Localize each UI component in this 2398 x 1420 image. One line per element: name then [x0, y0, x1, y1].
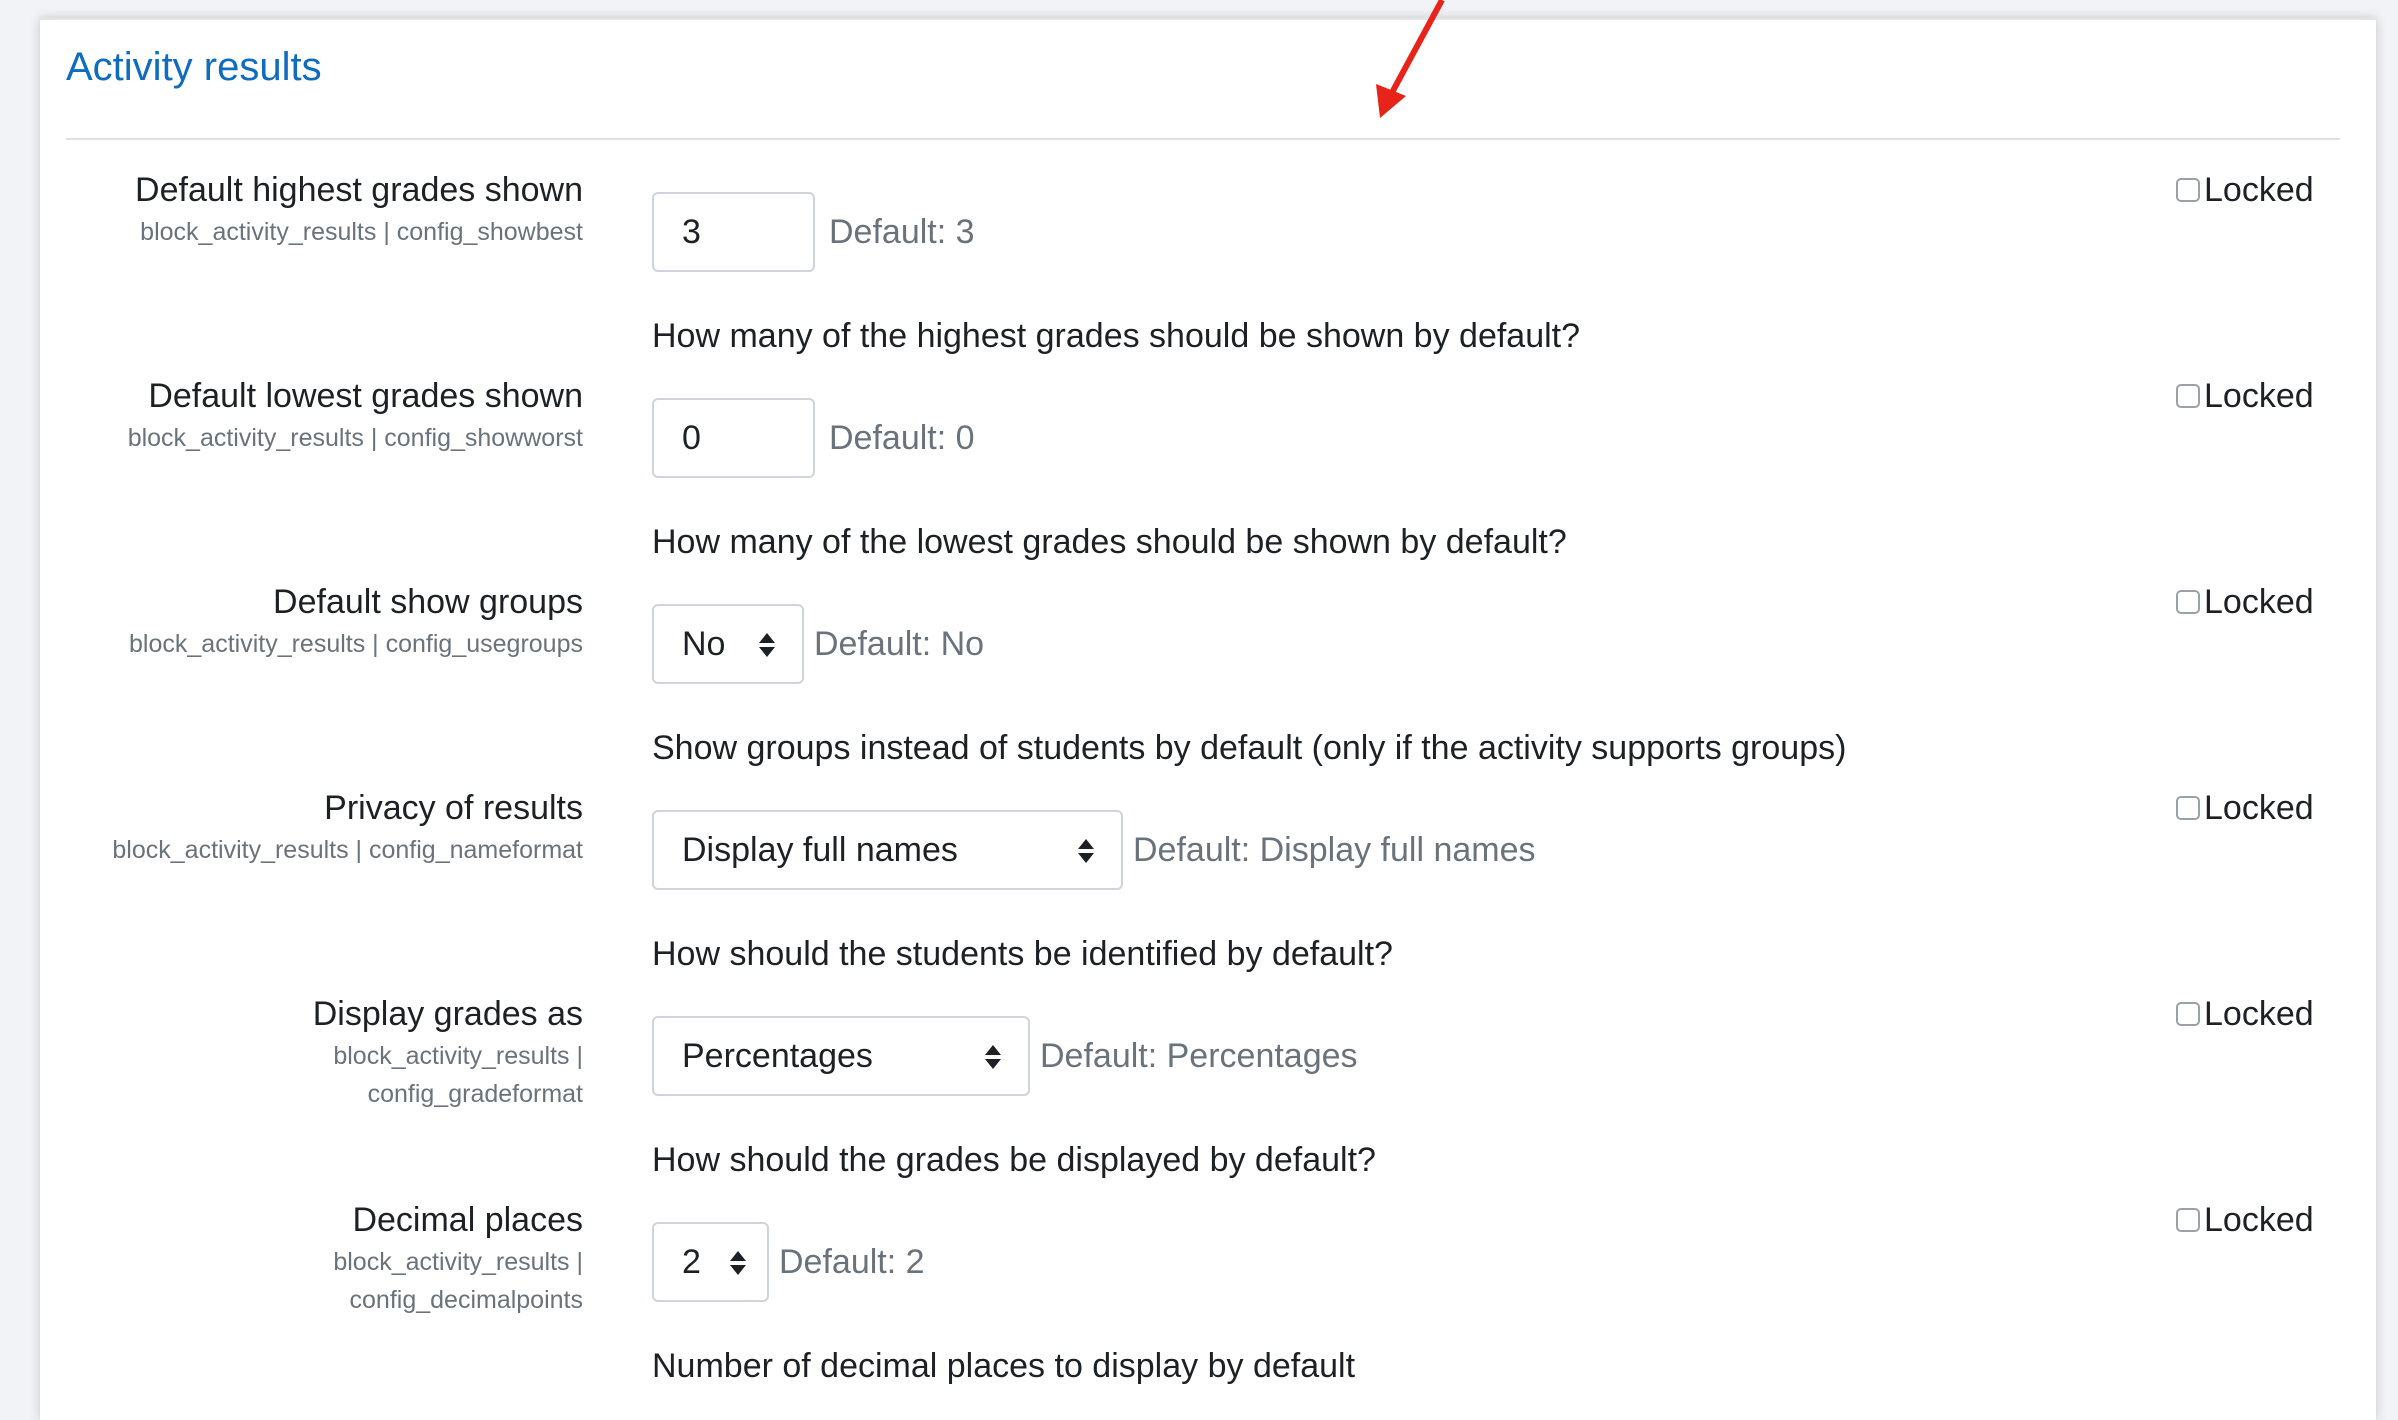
locked-toggle[interactable]: Locked — [2176, 580, 2314, 624]
locked-checkbox[interactable] — [2176, 178, 2200, 202]
setting-key: config_decimalpoints — [349, 1286, 583, 1314]
setting-label: Decimal places — [352, 1201, 583, 1239]
section-title[interactable]: Activity results — [66, 45, 322, 90]
setting-description: How many of the highest grades should be… — [652, 317, 1581, 355]
setting-key: block_activity_results | — [333, 1042, 583, 1070]
setting-description: Show groups instead of students by defau… — [652, 729, 1847, 767]
nameformat-select[interactable]: Display full names — [652, 810, 1123, 890]
select-value: Display full names — [682, 831, 958, 869]
default-value: Default: 0 — [829, 419, 975, 457]
default-value: Default: No — [814, 625, 985, 663]
locked-checkbox[interactable] — [2176, 384, 2200, 408]
setting-label: Display grades as — [312, 995, 583, 1033]
setting-key: block_activity_results | — [333, 1248, 583, 1276]
setting-key: block_activity_results | config_nameform… — [112, 836, 583, 864]
setting-decimalpoints: Decimal places block_activity_results | … — [0, 1198, 2398, 1404]
showbest-input[interactable]: 3 — [652, 192, 815, 272]
setting-description: How should the grades be displayed by de… — [652, 1141, 1376, 1179]
setting-label: Default lowest grades shown — [148, 377, 583, 415]
setting-description: Number of decimal places to display by d… — [652, 1347, 1356, 1385]
locked-toggle[interactable]: Locked — [2176, 1198, 2314, 1242]
showworst-input[interactable]: 0 — [652, 398, 815, 478]
setting-usegroups: Default show groups block_activity_resul… — [0, 580, 2398, 786]
default-value: Default: Percentages — [1040, 1037, 1358, 1075]
select-caret-icon — [1078, 839, 1094, 863]
setting-label: Default highest grades shown — [135, 171, 583, 209]
select-value: No — [682, 625, 726, 663]
setting-description: How many of the lowest grades should be … — [652, 523, 1567, 561]
locked-toggle[interactable]: Locked — [2176, 168, 2314, 212]
select-caret-icon — [730, 1251, 746, 1275]
select-caret-icon — [759, 633, 775, 657]
select-value: 2 — [682, 1243, 701, 1281]
section-divider — [66, 138, 2340, 140]
locked-checkbox[interactable] — [2176, 1208, 2200, 1232]
locked-toggle[interactable]: Locked — [2176, 786, 2314, 830]
locked-checkbox[interactable] — [2176, 1002, 2200, 1026]
setting-description: How should the students be identified by… — [652, 935, 1393, 973]
decimalpoints-select[interactable]: 2 — [652, 1222, 769, 1302]
setting-showworst: Default lowest grades shown block_activi… — [0, 374, 2398, 580]
locked-checkbox[interactable] — [2176, 590, 2200, 614]
select-caret-icon — [985, 1045, 1001, 1069]
setting-gradeformat: Display grades as block_activity_results… — [0, 992, 2398, 1198]
default-value: Default: Display full names — [1133, 831, 1536, 869]
locked-label: Locked — [2204, 1200, 2314, 1239]
locked-label: Locked — [2204, 582, 2314, 621]
setting-key: block_activity_results | config_showwors… — [127, 424, 583, 452]
usegroups-select[interactable]: No — [652, 604, 804, 684]
locked-checkbox[interactable] — [2176, 796, 2200, 820]
gradeformat-select[interactable]: Percentages — [652, 1016, 1030, 1096]
annotation-arrow-icon — [1376, 0, 1445, 118]
locked-label: Locked — [2204, 376, 2314, 415]
locked-toggle[interactable]: Locked — [2176, 374, 2314, 418]
locked-toggle[interactable]: Locked — [2176, 992, 2314, 1036]
select-value: Percentages — [682, 1037, 873, 1075]
setting-nameformat: Privacy of results block_activity_result… — [0, 786, 2398, 992]
locked-label: Locked — [2204, 170, 2314, 209]
locked-label: Locked — [2204, 994, 2314, 1033]
setting-label: Privacy of results — [324, 789, 583, 827]
setting-key: config_gradeformat — [367, 1080, 583, 1108]
setting-showbest: Default highest grades shown block_activ… — [0, 168, 2398, 374]
default-value: Default: 3 — [829, 213, 975, 251]
setting-label: Default show groups — [273, 583, 583, 621]
default-value: Default: 2 — [779, 1243, 925, 1281]
locked-label: Locked — [2204, 788, 2314, 827]
setting-key: block_activity_results | config_usegroup… — [129, 630, 583, 658]
setting-key: block_activity_results | config_showbest — [140, 218, 583, 246]
